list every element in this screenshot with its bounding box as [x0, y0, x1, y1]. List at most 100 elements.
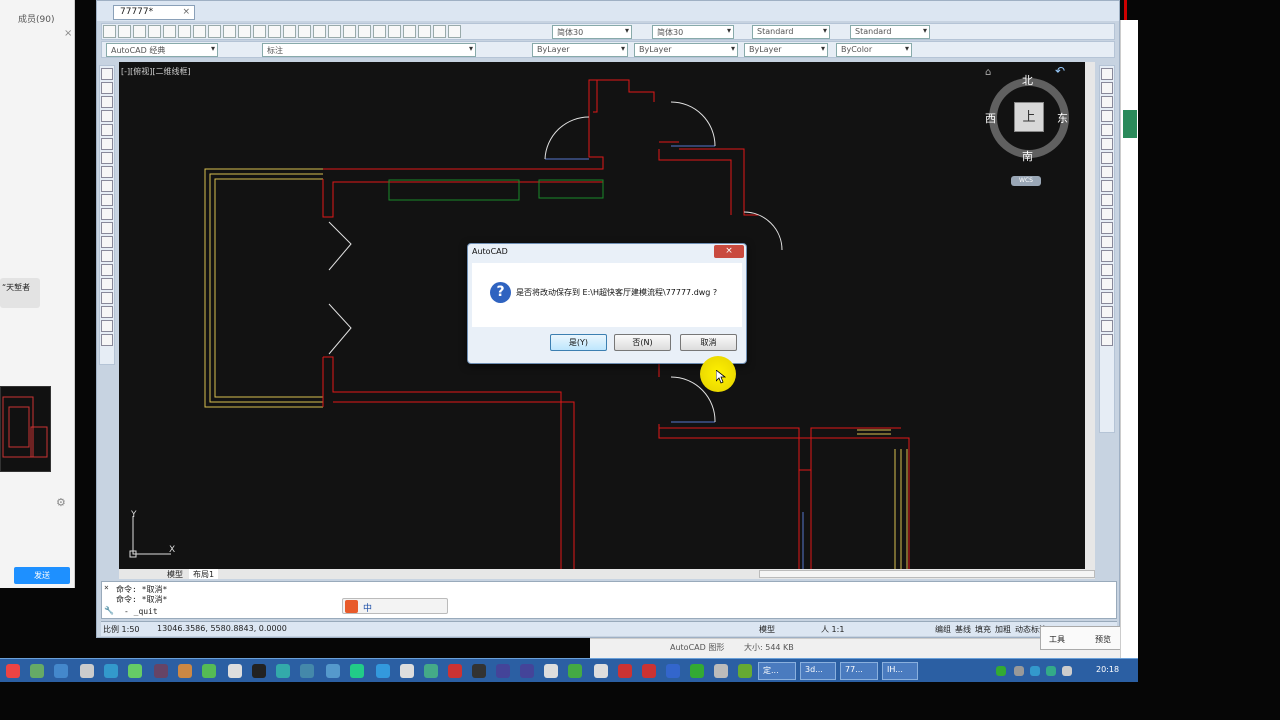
ime-toolbar[interactable]: 中	[342, 598, 448, 614]
help-icon[interactable]	[448, 25, 461, 38]
preview-button[interactable]: 预览	[1095, 634, 1111, 645]
app-icon[interactable]	[594, 664, 608, 678]
volume-icon[interactable]	[1062, 666, 1072, 676]
command-line[interactable]: × 命令: *取消* 命令: *取消* - _quit 🔧	[101, 581, 1117, 619]
vertical-scrollbar[interactable]	[1085, 62, 1095, 579]
viewcube-west[interactable]: 西	[985, 110, 996, 126]
rotate-icon[interactable]	[1101, 152, 1113, 164]
app-icon[interactable]	[448, 664, 462, 678]
multileader-style-select[interactable]: Standard	[850, 25, 930, 39]
app-icon[interactable]	[228, 664, 242, 678]
zoom-previous-icon[interactable]	[343, 25, 356, 38]
scale-icon[interactable]	[1101, 166, 1113, 178]
tray-icon[interactable]	[1014, 666, 1024, 676]
paste-icon[interactable]	[223, 25, 236, 38]
pan-icon[interactable]	[298, 25, 311, 38]
calculator-icon[interactable]	[433, 25, 446, 38]
tool-palettes-icon[interactable]	[388, 25, 401, 38]
make-block-icon[interactable]	[101, 236, 113, 248]
bold-toggle[interactable]: 加粗	[995, 624, 1011, 635]
add-selected-icon[interactable]	[101, 334, 113, 346]
spline-icon[interactable]	[101, 180, 113, 192]
ime-mode-icon[interactable]: 中	[363, 601, 372, 614]
send-button[interactable]: 发送	[14, 567, 70, 584]
app-icon[interactable]	[128, 664, 142, 678]
array-icon[interactable]	[1101, 124, 1113, 136]
app-icon[interactable]	[276, 664, 290, 678]
table-icon[interactable]	[101, 306, 113, 318]
fillet-icon[interactable]	[1101, 264, 1113, 276]
erase-icon[interactable]	[1101, 68, 1113, 80]
join-icon[interactable]	[1101, 236, 1113, 248]
app-icon[interactable]	[54, 664, 68, 678]
document-tab[interactable]: 77777* ×	[113, 5, 195, 20]
gear-icon[interactable]: ⚙	[56, 496, 66, 509]
layer-select[interactable]: 标注	[262, 43, 476, 57]
sheet-set-icon[interactable]	[403, 25, 416, 38]
viewcube-east[interactable]: 东	[1057, 110, 1068, 126]
stretch-icon[interactable]	[1101, 180, 1113, 192]
tab-model[interactable]: 模型	[163, 569, 187, 579]
move-icon[interactable]	[1101, 138, 1113, 150]
viewcube-south[interactable]: 南	[1022, 148, 1033, 164]
app-icon[interactable]	[544, 664, 558, 678]
group-icon[interactable]	[1101, 306, 1113, 318]
taskbar-task[interactable]: IH...	[882, 662, 918, 680]
close-icon[interactable]: ×	[64, 28, 72, 39]
app-icon[interactable]	[472, 664, 486, 678]
region-icon[interactable]	[101, 292, 113, 304]
viewcube-face[interactable]: 上	[1014, 102, 1044, 132]
taskbar-task[interactable]: 77...	[840, 662, 878, 680]
annotation-scale-label[interactable]: 比例 1:50	[103, 624, 140, 635]
ellipse-arc-icon[interactable]	[101, 208, 113, 220]
properties-icon[interactable]	[358, 25, 371, 38]
viewcube-north[interactable]: 北	[1022, 72, 1033, 88]
anno-scale-select[interactable]: 人 1:1	[821, 624, 844, 635]
app-icon[interactable]	[690, 664, 704, 678]
horizontal-scrollbar[interactable]	[759, 570, 1095, 578]
rectangle-icon[interactable]	[101, 124, 113, 136]
plotstyle-select[interactable]: ByColor	[836, 43, 912, 57]
app-icon[interactable]	[104, 664, 118, 678]
rotate-view-icon[interactable]: ↶	[1055, 64, 1065, 78]
block-editor-icon[interactable]	[253, 25, 266, 38]
command-input[interactable]: - _quit	[124, 607, 158, 616]
undo-icon[interactable]	[268, 25, 281, 38]
table-style-select[interactable]: Standard	[752, 25, 830, 39]
copy-object-icon[interactable]	[1101, 82, 1113, 94]
match-properties-icon[interactable]	[238, 25, 251, 38]
zoom-window-icon[interactable]	[328, 25, 341, 38]
revision-cloud-icon[interactable]	[101, 166, 113, 178]
offset-icon[interactable]	[1101, 110, 1113, 122]
model-toggle[interactable]: 模型	[759, 624, 775, 635]
preview-icon[interactable]	[163, 25, 176, 38]
app-icon[interactable]	[178, 664, 192, 678]
members-count[interactable]: 成员(90)	[18, 12, 54, 25]
new-file-icon[interactable]	[103, 25, 116, 38]
dialog-close-button[interactable]: ×	[714, 245, 744, 258]
trim-icon[interactable]	[1101, 194, 1113, 206]
app-icon[interactable]	[202, 664, 216, 678]
taskbar-task[interactable]: 3d...	[800, 662, 836, 680]
hatch-icon[interactable]	[101, 264, 113, 276]
mirror-icon[interactable]	[1101, 96, 1113, 108]
save-icon[interactable]	[133, 25, 146, 38]
app-icon[interactable]	[424, 664, 438, 678]
arc-icon[interactable]	[101, 138, 113, 150]
multiline-text-icon[interactable]	[101, 320, 113, 332]
tools-menu[interactable]: 工具	[1049, 634, 1065, 645]
tray-icon[interactable]	[1046, 666, 1056, 676]
dim-style-select[interactable]: 简体30	[652, 25, 734, 39]
polygon-icon[interactable]	[101, 110, 113, 122]
clock[interactable]: 20:18	[1096, 665, 1119, 674]
no-button[interactable]: 否(N)	[614, 334, 671, 351]
explode-icon[interactable]	[1101, 278, 1113, 290]
publish-icon[interactable]	[178, 25, 191, 38]
app-icon[interactable]	[568, 664, 582, 678]
app-icon[interactable]	[376, 664, 390, 678]
line-tool-icon[interactable]	[101, 68, 113, 80]
app-icon[interactable]	[154, 664, 168, 678]
app-icon[interactable]	[400, 664, 414, 678]
ellipse-icon[interactable]	[101, 194, 113, 206]
tray-icon[interactable]	[996, 666, 1006, 676]
